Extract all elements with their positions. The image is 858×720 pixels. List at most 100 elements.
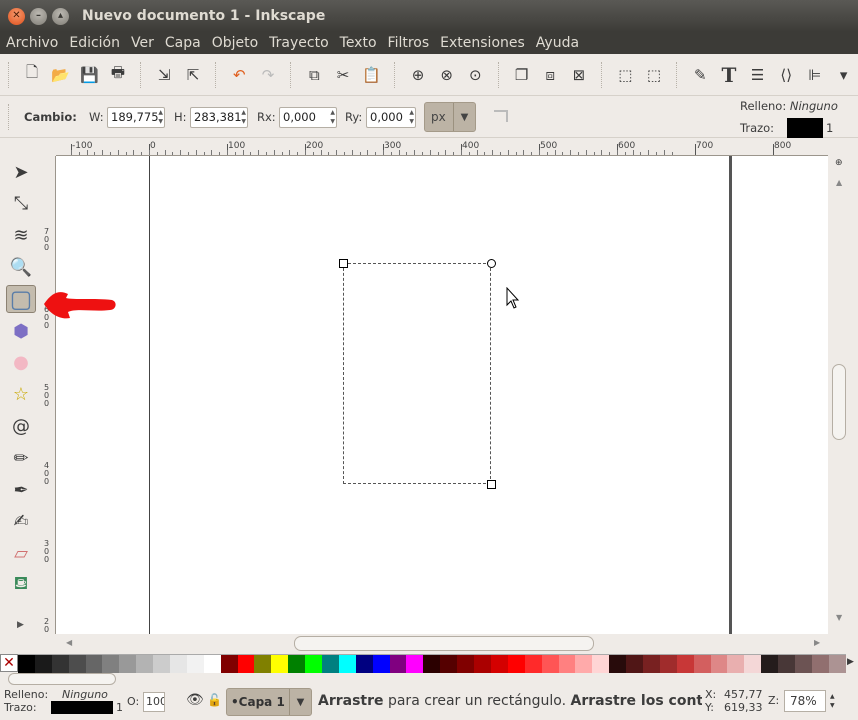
paste-icon[interactable]: 📋 [357,61,386,89]
minimize-window-button[interactable]: – [30,7,47,25]
palette-swatch[interactable] [68,655,86,673]
menu-9[interactable]: Ayuda [536,35,579,51]
palette-swatch[interactable] [761,655,779,673]
menu-3[interactable]: Capa [165,35,201,51]
palette-swatch[interactable] [355,655,373,673]
palette-swatch[interactable] [136,655,154,673]
spiral-tool-icon[interactable]: @ [6,412,36,440]
layer-select[interactable]: •Capa 1 ▼ [226,688,312,716]
toolbox-more-icon[interactable]: ▶ [17,620,24,630]
unlink-clone-icon[interactable]: ⊠ [565,61,594,89]
palette-swatch[interactable] [203,655,221,673]
palette-swatch[interactable] [102,655,120,673]
close-window-button[interactable]: ✕ [8,7,25,25]
palette-swatch[interactable] [288,655,306,673]
palette-swatch[interactable] [693,655,711,673]
scroll-right-icon[interactable]: ▶ [814,638,820,647]
eraser-tool-icon[interactable]: ▱ [6,540,36,568]
menu-8[interactable]: Extensiones [440,35,525,51]
duplicate-icon[interactable]: ❐ [507,61,536,89]
palette-swatch[interactable] [558,655,576,673]
scroll-up-icon[interactable]: ▲ [836,178,842,187]
pen-tool-icon[interactable]: ✒ [6,476,36,504]
menu-1[interactable]: Edición [69,35,120,51]
palette-swatch[interactable] [507,655,525,673]
tweak-tool-icon[interactable]: ≋ [6,222,36,250]
palette-swatch[interactable] [490,655,508,673]
palette-swatch[interactable] [592,655,610,673]
zoom-selection-icon[interactable]: ⊕ [404,61,433,89]
canvas[interactable] [56,156,828,634]
rectangle-shape[interactable] [343,263,491,484]
menu-0[interactable]: Archivo [6,35,58,51]
palette-swatch[interactable] [727,655,745,673]
palette-swatch[interactable] [389,655,407,673]
ellipse-tool-icon[interactable]: ● [6,349,36,377]
palette-swatch[interactable] [676,655,694,673]
import-icon[interactable]: ⇲ [150,61,179,89]
spin-arrows-icon[interactable]: ▲ ▼ [409,108,414,126]
unit-select[interactable]: px ▼ [424,102,476,132]
palette-swatch[interactable] [659,655,677,673]
palette-swatch[interactable] [626,655,643,673]
star-tool-icon[interactable]: ☆ [6,381,36,409]
palette-swatch[interactable] [406,655,424,673]
palette-swatch[interactable] [541,655,559,673]
save-icon[interactable]: 💾 [75,61,104,89]
selector-tool-icon[interactable]: ➤ [6,158,36,186]
palette-swatch[interactable] [794,655,812,673]
palette-swatch[interactable] [423,655,441,673]
palette-swatch[interactable] [440,655,458,673]
no-paint-swatch-icon[interactable]: ✕ [0,654,18,672]
palette-swatch[interactable] [119,655,137,673]
resize-handle[interactable] [487,480,496,489]
palette-swatch[interactable] [744,655,762,673]
status-stroke-swatch[interactable] [51,701,113,714]
palette-scrollbar[interactable] [0,672,858,686]
palette-swatch[interactable] [642,655,660,673]
more-icon[interactable]: ▾ [829,61,858,89]
palette-more-icon[interactable]: ▶ [847,657,854,667]
scroll-left-icon[interactable]: ◀ [66,638,72,647]
resize-handle[interactable] [339,259,348,268]
3d-box-tool-icon[interactable]: ⬢ [6,317,36,345]
ry-input[interactable]: 0,000 ▲ ▼ [366,107,416,128]
palette-swatch[interactable] [271,655,289,673]
palette-swatch[interactable] [254,655,272,673]
vertical-scrollbar[interactable]: ⊕ ▲ ▼ [828,156,850,634]
pencil-tool-icon[interactable]: ✏ [6,444,36,472]
node-tool-icon[interactable]: ⤡ [6,190,36,218]
palette-swatch[interactable] [828,655,846,673]
menu-4[interactable]: Objeto [212,35,258,51]
vertical-ruler[interactable]: 7 0 06 0 05 0 04 0 03 0 02 0 [40,156,56,634]
zoom-input[interactable]: 78% [784,690,826,712]
palette-swatch[interactable] [372,655,390,673]
height-input[interactable]: 283,381 ▲ ▼ [190,107,248,128]
scroll-down-icon[interactable]: ▼ [836,613,842,622]
palette-swatch[interactable] [153,655,171,673]
palette-swatch[interactable] [305,655,323,673]
redo-icon[interactable]: ↷ [254,61,283,89]
palette-swatch[interactable] [575,655,593,673]
palette-swatch[interactable] [474,655,491,673]
palette-swatch[interactable] [18,655,35,673]
horizontal-ruler[interactable]: -100 0 100 200 300 400 500 600 700 800 [56,140,828,156]
paint-bucket-tool-icon[interactable]: ⛾ [6,571,36,599]
palette-swatch[interactable] [186,655,204,673]
layers-icon[interactable]: ☰ [743,61,772,89]
spin-arrows-icon[interactable]: ▲ ▼ [830,692,835,710]
fill-stroke-icon[interactable]: ✎ [686,61,715,89]
palette-scroll-thumb[interactable] [8,673,116,685]
zoom-tool-icon[interactable]: 🔍 [6,253,36,281]
palette-swatch[interactable] [237,655,255,673]
copy-icon[interactable]: ⧉ [300,61,329,89]
undo-icon[interactable]: ↶ [225,61,254,89]
cut-icon[interactable]: ✂ [329,61,358,89]
layer-lock-icon[interactable]: 🔓 [207,693,222,707]
palette-swatch[interactable] [811,655,829,673]
rx-input[interactable]: 0,000 ▲ ▼ [279,107,337,128]
corner-radius-handle[interactable] [487,259,496,268]
horizontal-scroll-thumb[interactable] [294,636,594,651]
menu-7[interactable]: Filtros [388,35,430,51]
palette-swatch[interactable] [710,655,728,673]
